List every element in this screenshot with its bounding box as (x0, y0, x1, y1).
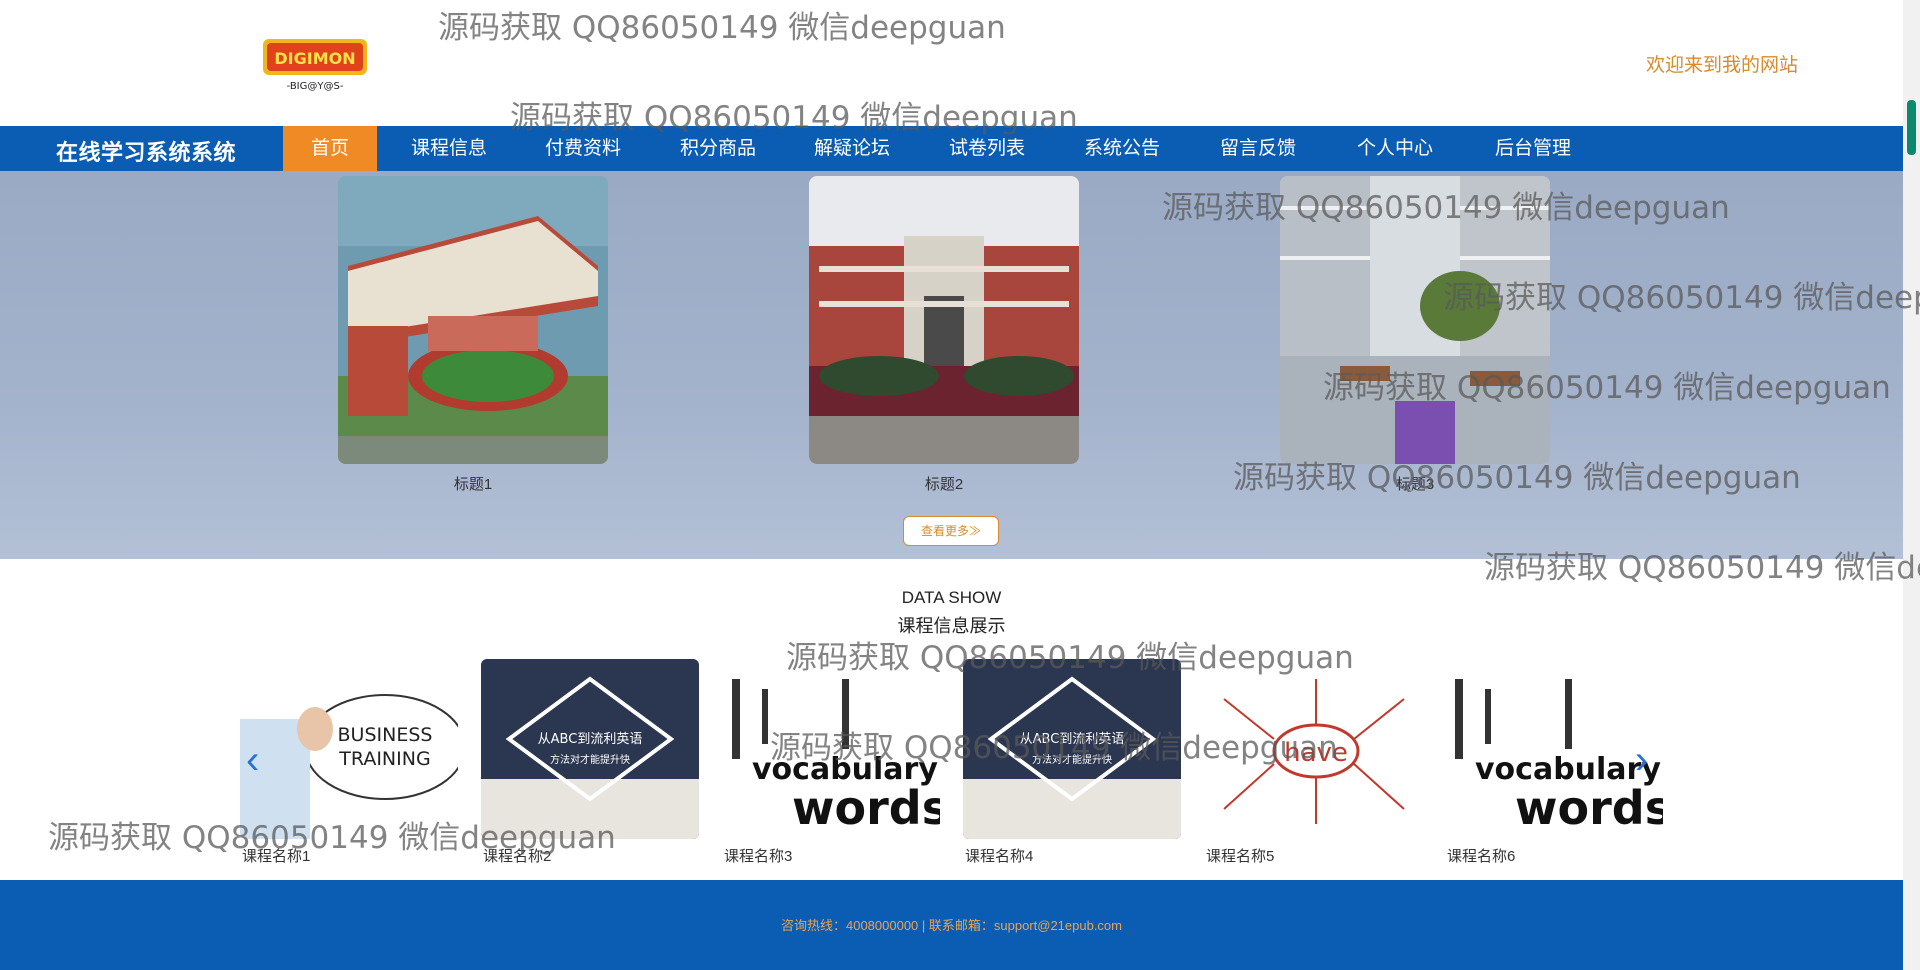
featured-caption-2[interactable]: 标题2 (809, 473, 1079, 494)
site-logo[interactable]: DIGIMON -BIG@Y@S- (257, 33, 373, 95)
course-name-3[interactable]: 课程名称3 (724, 845, 792, 866)
training-text: TRAINING (338, 748, 430, 770)
svg-text:DIGIMON: DIGIMON (274, 49, 355, 68)
course-name-1[interactable]: 课程名称1 (242, 845, 310, 866)
main-nav: 在线学习系统系统 首页 课程信息 付费资料 积分商品 解疑论坛 试卷列表 系统公… (0, 126, 1903, 171)
have-text: have (1284, 738, 1348, 768)
footer: 咨询热线：4008000000 | 联系邮箱：support@21epub.co… (0, 880, 1903, 970)
words-text: words (1515, 781, 1663, 835)
featured-image-2[interactable] (809, 176, 1079, 464)
abc-title-text: 从ABC到流利英语 (1020, 732, 1125, 747)
page-scrollbar[interactable] (1903, 0, 1920, 970)
course-card-2[interactable]: 从ABC到流利英语 方法对才能提升快 (481, 659, 699, 839)
section-title-en: DATA SHOW (901, 588, 1002, 607)
nav-announcements[interactable]: 系统公告 (1070, 126, 1174, 171)
section-title-cn: 课程信息展示 (897, 616, 1006, 637)
abc-title-text: 从ABC到流利英语 (538, 732, 643, 747)
watermark-text: 源码获取 QQ86050149 微信deepguan (438, 10, 1006, 46)
nav-paid-materials[interactable]: 付费资料 (531, 126, 635, 171)
nav-points-shop[interactable]: 积分商品 (666, 126, 770, 171)
featured-image-1[interactable] (338, 176, 608, 464)
course-card-6[interactable]: vocabulary words (1445, 659, 1663, 839)
footer-contact: 咨询热线：4008000000 | 联系邮箱：support@21epub.co… (780, 918, 1122, 933)
view-more-button[interactable]: 查看更多≫ (903, 516, 999, 546)
scrollbar-thumb[interactable] (1907, 100, 1916, 155)
nav-admin[interactable]: 后台管理 (1481, 126, 1585, 171)
featured-image-3[interactable] (1280, 176, 1550, 464)
featured-caption-1[interactable]: 标题1 (338, 473, 608, 494)
site-title[interactable]: 在线学习系统系统 (56, 135, 236, 167)
course-card-5[interactable]: have (1204, 659, 1422, 839)
carousel-next-icon[interactable]: › (1635, 740, 1665, 780)
svg-text:-BIG@Y@S-: -BIG@Y@S- (287, 81, 344, 92)
abc-subtitle-text: 方法对才能提升快 (550, 753, 630, 766)
featured-caption-3[interactable]: 标题3 (1280, 473, 1550, 494)
business-text: BUSINESS (338, 724, 433, 746)
course-card-4[interactable]: 从ABC到流利英语 方法对才能提升快 (963, 659, 1181, 839)
nav-profile[interactable]: 个人中心 (1343, 126, 1447, 171)
carousel-prev-icon[interactable]: ‹ (246, 740, 276, 780)
nav-exams[interactable]: 试卷列表 (935, 126, 1039, 171)
nav-home[interactable]: 首页 (283, 126, 377, 171)
abc-subtitle-text: 方法对才能提升快 (1032, 753, 1112, 766)
course-card-3[interactable]: vocabulary words (722, 659, 940, 839)
featured-section: 标题1 标题2 标题3 查看更多≫ (0, 171, 1903, 559)
words-text: words (792, 781, 940, 835)
nav-feedback[interactable]: 留言反馈 (1206, 126, 1310, 171)
course-name-2[interactable]: 课程名称2 (483, 845, 551, 866)
welcome-text: 欢迎来到我的网站 (1646, 54, 1799, 76)
course-name-6[interactable]: 课程名称6 (1447, 845, 1515, 866)
nav-forum[interactable]: 解疑论坛 (800, 126, 904, 171)
course-name-5[interactable]: 课程名称5 (1206, 845, 1274, 866)
nav-courses[interactable]: 课程信息 (397, 126, 501, 171)
course-name-4[interactable]: 课程名称4 (965, 845, 1033, 866)
